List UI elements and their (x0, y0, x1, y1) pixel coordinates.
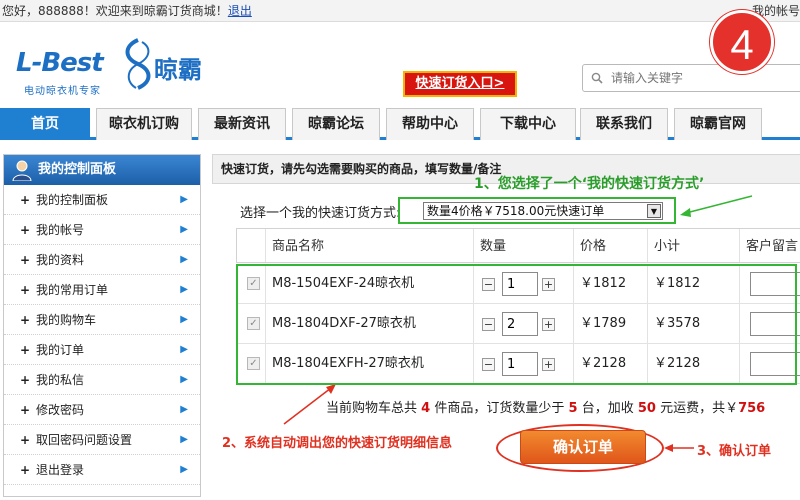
quick-order-method-select[interactable]: 数量4价格￥7518.00元快速订单 ▼ (423, 202, 663, 220)
logo-cn: 晾霸 (154, 56, 202, 84)
plus-icon: + (20, 343, 31, 357)
logo-swirl-icon (125, 38, 151, 90)
annotation-step-2: 2、系统自动调出您的快速订货明细信息 (222, 436, 453, 451)
nav-tab-contact[interactable]: 联系我们 (580, 108, 668, 140)
sidebar-item-profile[interactable]: + 我的资料 ▶ (4, 245, 200, 275)
summary-text: 台，加收 (581, 401, 634, 416)
nav-tab-forum[interactable]: 晾霸论坛 (292, 108, 380, 140)
plus-icon: + (20, 313, 31, 327)
nav-tab-official[interactable]: 晾霸官网 (674, 108, 762, 140)
sidebar-item-messages[interactable]: + 我的私信 ▶ (4, 365, 200, 395)
detail-highlight (236, 264, 797, 385)
summary-min-qty: 5 (568, 401, 578, 416)
sidebar-item-label: 我的购物车 (36, 313, 97, 327)
sidebar-item-control-panel[interactable]: + 我的控制面板 ▶ (4, 185, 200, 215)
sidebar-item-account[interactable]: + 我的帐号 ▶ (4, 215, 200, 245)
plus-icon: + (20, 433, 31, 447)
sidebar-item-label: 退出登录 (36, 463, 85, 477)
greeting-text: 您好，888888！欢迎来到晾霸订货商城！ (2, 4, 228, 18)
search-icon (591, 72, 603, 84)
annotation-step-1: 1、您选择了一个‘我的快速订货方式’ (474, 176, 705, 192)
sidebar-item-logout[interactable]: + 退出登录 ▶ (4, 455, 200, 485)
greeting: 您好，888888！欢迎来到晾霸订货商城！退出 (2, 0, 252, 22)
nav-tab-home[interactable]: 首页 (0, 108, 90, 140)
chevron-right-icon: ▶ (180, 224, 188, 235)
col-header-name: 商品名称 (265, 229, 479, 262)
sidebar-item-label: 我的私信 (36, 373, 85, 387)
dropdown-arrow-icon[interactable]: ▼ (647, 204, 661, 218)
summary-total: 756 (738, 401, 766, 416)
main-nav: 首页 晾衣机订购 最新资讯 晾霸论坛 帮助中心 下载中心 联系我们 晾霸官网 (0, 108, 800, 140)
sidebar-item-password-question[interactable]: + 取回密码问题设置 ▶ (4, 425, 200, 455)
col-header-qty: 数量 (473, 229, 573, 262)
logo-subtitle: 电动晾衣机专家 (24, 86, 101, 97)
summary-text: 件商品，订货数量少于 (434, 401, 565, 416)
summary-item-count: 4 (421, 401, 431, 416)
plus-icon: + (20, 403, 31, 417)
chevron-right-icon: ▶ (180, 254, 188, 265)
user-icon (12, 160, 32, 181)
sidebar-item-label: 取回密码问题设置 (36, 433, 133, 447)
sidebar-item-label: 我的常用订单 (36, 283, 109, 297)
nav-tab-download[interactable]: 下载中心 (480, 108, 576, 140)
sidebar: 我的控制面板 + 我的控制面板 ▶ + 我的帐号 ▶ + 我的资料 ▶ + 我的常用订单 ▶ +… (3, 154, 201, 497)
chevron-right-icon: ▶ (180, 314, 188, 325)
chevron-right-icon: ▶ (180, 344, 188, 355)
chevron-right-icon: ▶ (180, 464, 188, 475)
top-bar: 您好，888888！欢迎来到晾霸订货商城！退出 我的帐号 (0, 0, 800, 22)
sidebar-item-orders[interactable]: + 我的订单 ▶ (4, 335, 200, 365)
plus-icon: + (20, 193, 31, 207)
logout-link[interactable]: 退出 (228, 4, 252, 18)
logo-text: L-Best (16, 48, 104, 78)
quick-order-entry-button[interactable]: 快速订货入口> (403, 71, 517, 97)
col-header-note: 客户留言 (739, 229, 800, 262)
sidebar-header: 我的控制面板 (4, 155, 200, 185)
chevron-right-icon: ▶ (180, 194, 188, 205)
plus-icon: + (20, 463, 31, 477)
sidebar-item-label: 我的资料 (36, 253, 85, 267)
sidebar-title: 我的控制面板 (38, 162, 117, 177)
sidebar-item-label: 我的控制面板 (36, 193, 109, 207)
chevron-right-icon: ▶ (180, 374, 188, 385)
sidebar-item-common-orders[interactable]: + 我的常用订单 ▶ (4, 275, 200, 305)
chevron-right-icon: ▶ (180, 404, 188, 415)
summary-text: 当前购物车总共 (326, 401, 418, 416)
sidebar-item-label: 我的帐号 (36, 223, 85, 237)
chevron-right-icon: ▶ (180, 284, 188, 295)
table-header: 商品名称 数量 价格 小计 客户留言 (236, 228, 800, 263)
cart-summary: 当前购物车总共 4 件商品，订货数量少于 5 台，加收 50 元运费，共￥756 (326, 397, 765, 416)
nav-tab-news[interactable]: 最新资讯 (198, 108, 286, 140)
method-label: 选择一个我的快速订货方式: (240, 206, 401, 221)
nav-tab-help[interactable]: 帮助中心 (386, 108, 474, 140)
annotation-step-3: 3、确认订单 (697, 444, 772, 459)
plus-icon: + (20, 283, 31, 297)
sidebar-item-label: 我的订单 (36, 343, 85, 357)
sidebar-item-cart[interactable]: + 我的购物车 ▶ (4, 305, 200, 335)
col-header-subtotal: 小计 (647, 229, 739, 262)
summary-text: 元运费，共￥ (660, 401, 739, 416)
sidebar-item-label: 修改密码 (36, 403, 85, 417)
logo: L-Best 晾霸 电动晾衣机专家 (16, 38, 216, 98)
summary-shipping-fee: 50 (637, 401, 656, 416)
plus-icon: + (20, 253, 31, 267)
plus-icon: + (20, 223, 31, 237)
step-number-badge: 4 (710, 10, 774, 74)
col-header-price: 价格 (573, 229, 647, 262)
search-input[interactable] (609, 68, 799, 88)
chevron-right-icon: ▶ (180, 434, 188, 445)
search-box[interactable] (582, 64, 800, 92)
plus-icon: + (20, 373, 31, 387)
method-selected-value: 数量4价格￥7518.00元快速订单 (427, 204, 605, 218)
nav-tab-order[interactable]: 晾衣机订购 (96, 108, 192, 140)
sidebar-item-change-password[interactable]: + 修改密码 ▶ (4, 395, 200, 425)
confirm-order-button[interactable]: 确认订单 (520, 430, 646, 464)
